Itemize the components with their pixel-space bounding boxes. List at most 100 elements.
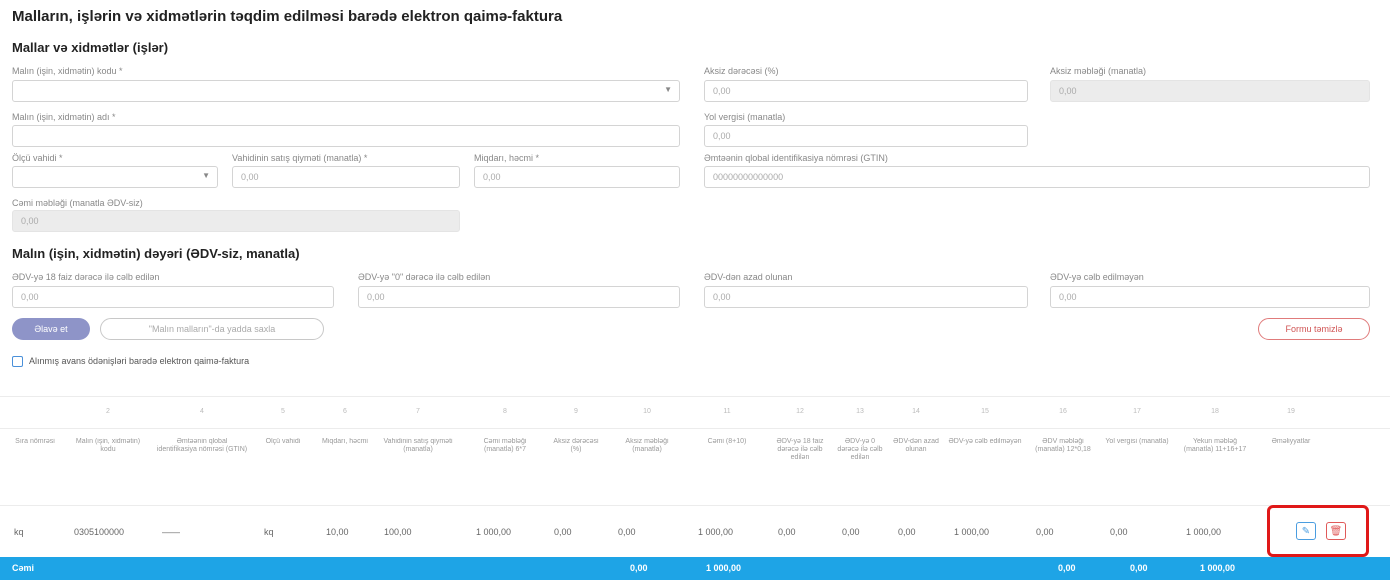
name-label: Malın (işin, xidmətin) adı * <box>12 112 116 122</box>
column-number: 10 <box>643 408 651 415</box>
section-goods-title: Mallar və xidmətlər (işlər) <box>12 40 169 55</box>
advance-invoice-checkbox[interactable] <box>12 356 23 367</box>
total-input: 0,00 <box>12 210 460 232</box>
gtin-input[interactable]: 00000000000000 <box>704 166 1370 188</box>
table-cell: 0,00 <box>778 527 796 537</box>
vat-not-label: ƏDV-yə cəlb edilməyən <box>1050 272 1144 282</box>
vat-exempt-input[interactable]: 0,00 <box>704 286 1028 308</box>
column-number: 16 <box>1059 408 1067 415</box>
table-header: Əmtəənin qlobal identifikasiya nömrəsi (… <box>156 438 248 453</box>
section-value-title: Malın (işin, xidmətin) dəyəri (ƏDV-siz, … <box>12 246 300 261</box>
column-number: 5 <box>281 408 285 415</box>
column-number: 6 <box>343 408 347 415</box>
table-header: Aksiz dərəcəsi (%) <box>553 438 599 453</box>
road-tax-label: Yol vergisi (manatla) <box>704 112 786 122</box>
name-input[interactable] <box>12 125 680 147</box>
table-divider <box>0 505 1390 506</box>
clear-form-button[interactable]: Formu təmizlə <box>1258 318 1370 340</box>
totals-road: 0,00 <box>1130 563 1148 573</box>
totals-excise: 0,00 <box>630 563 648 573</box>
table-cell: 100,00 <box>384 527 412 537</box>
table-cell: 0,00 <box>842 527 860 537</box>
unit-label: Ölçü vahidi * <box>12 153 63 163</box>
gtin-label: Əmtəənin qlobal identifikasiya nömrəsi (… <box>704 153 888 163</box>
vat0-label: ƏDV-yə "0" dərəcə ilə cəlb edilən <box>358 272 491 282</box>
table-cell: 1 000,00 <box>1186 527 1222 537</box>
totals-final: 1 000,00 <box>1200 563 1236 573</box>
vat-not-input[interactable]: 0,00 <box>1050 286 1370 308</box>
table-header: ƏDV məbləği (manatla) 12*0,18 <box>1035 438 1091 453</box>
table-header: Yol vergisi (manatla) <box>1105 438 1169 445</box>
chevron-down-icon: ▼ <box>664 85 672 94</box>
highlight-box <box>1267 505 1369 557</box>
table-cell: kq <box>264 527 274 537</box>
totals-sum: 1 000,00 <box>706 563 742 573</box>
add-button[interactable]: Əlavə et <box>12 318 90 340</box>
table-cell: 10,00 <box>326 527 349 537</box>
table-cell: 0,00 <box>1036 527 1054 537</box>
column-number: 17 <box>1133 408 1141 415</box>
table-header: Cəmi məbləği (manatla) 6*7 <box>483 438 527 453</box>
table-header: ƏDV-yə 18 faiz dərəcə ilə cəlb edilən <box>776 438 824 461</box>
table-header: Miqdarı, həcmi <box>322 438 368 445</box>
save-to-list-button[interactable]: "Malın malların"-da yadda saxla <box>100 318 324 340</box>
table-header: ƏDV-dən azad olunan <box>893 438 939 453</box>
table-header: Yekun məbləğ (manatla) 11+16+17 <box>1183 438 1247 453</box>
advance-invoice-label: Alınmış avans ödənişləri barədə elektron… <box>29 356 250 366</box>
table-header: Vahidinin satış qiyməti (manatla) <box>383 438 453 453</box>
unit-price-label: Vahidinin satış qiyməti (manatla) * <box>232 153 368 163</box>
totals-row: Cəmi 0,00 1 000,00 0,00 0,00 1 000,00 <box>0 557 1390 580</box>
column-number: 12 <box>796 408 804 415</box>
column-number: 8 <box>503 408 507 415</box>
excise-amount-input[interactable]: 0,00 <box>1050 80 1370 102</box>
totals-vat: 0,00 <box>1058 563 1076 573</box>
column-number: 18 <box>1211 408 1219 415</box>
code-select[interactable]: ▼ <box>12 80 680 102</box>
table-cell: 0,00 <box>554 527 572 537</box>
table-header: Cəmi (8+10) <box>707 438 747 445</box>
column-number: 13 <box>856 408 864 415</box>
table-divider <box>0 396 1390 397</box>
unit-price-input[interactable]: 0,00 <box>232 166 460 188</box>
table-header: Sıra nömrəsi <box>15 438 55 445</box>
column-number: 7 <box>416 408 420 415</box>
invoice-form-page: Malların, işlərin və xidmətlərin təqdim … <box>0 0 1390 580</box>
vat-exempt-label: ƏDV-dən azad olunan <box>704 272 793 282</box>
road-tax-input[interactable]: 0,00 <box>704 125 1028 147</box>
quantity-input[interactable]: 0,00 <box>474 166 680 188</box>
table-divider <box>0 428 1390 429</box>
vat0-input[interactable]: 0,00 <box>358 286 680 308</box>
table-header: Malın (işin, xidmətin) kodu <box>75 438 141 453</box>
column-number: 2 <box>106 408 110 415</box>
table-cell: —— <box>162 527 180 537</box>
table-cell: 1 000,00 <box>698 527 734 537</box>
table-header: Aksiz məbləği (manatla) <box>625 438 669 453</box>
table-header: ƏDV-yə 0 dərəcə ilə cəlb edilən <box>837 438 883 461</box>
excise-rate-input[interactable]: 0,00 <box>704 80 1028 102</box>
excise-rate-label: Aksiz dərəcəsi (%) <box>704 66 779 76</box>
table-cell: kq <box>14 527 24 537</box>
column-number: 15 <box>981 408 989 415</box>
column-number: 11 <box>723 408 731 415</box>
table-cell: 0,00 <box>618 527 636 537</box>
table-cell: 0305100000 <box>74 527 125 537</box>
column-number: 19 <box>1287 408 1295 415</box>
column-number: 9 <box>574 408 578 415</box>
table-header: Əməliyyatlar <box>1271 438 1311 445</box>
table-header: ƏDV-yə cəlb edilməyən <box>948 438 1022 445</box>
unit-select[interactable]: ▼ <box>12 166 218 188</box>
code-label: Malın (işin, xidmətin) kodu * <box>12 66 123 76</box>
column-number: 4 <box>200 408 204 415</box>
table-header: Ölçü vahidi <box>265 438 301 445</box>
column-number: 14 <box>912 408 920 415</box>
quantity-label: Miqdarı, həcmi * <box>474 153 540 163</box>
vat18-input[interactable]: 0,00 <box>12 286 334 308</box>
totals-label: Cəmi <box>12 563 35 573</box>
chevron-down-icon: ▼ <box>202 171 210 180</box>
table-cell: 0,00 <box>1110 527 1128 537</box>
table-cell: 1 000,00 <box>954 527 990 537</box>
excise-amount-label: Aksiz məbləği (manatla) <box>1050 66 1147 76</box>
table-cell: 1 000,00 <box>476 527 512 537</box>
total-label: Cəmi məbləği (manatla ƏDV-siz) <box>12 198 143 208</box>
page-title: Malların, işlərin və xidmətlərin təqdim … <box>12 8 563 25</box>
